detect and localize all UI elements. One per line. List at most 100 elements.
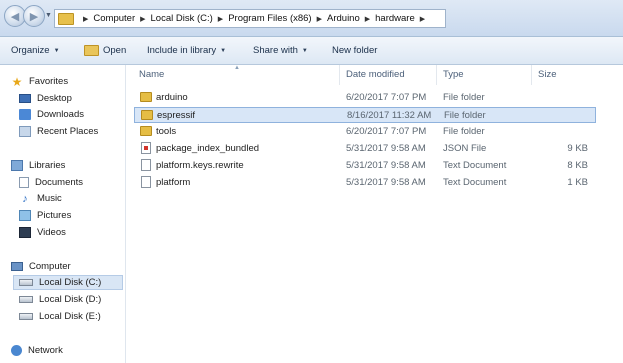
file-type: Text Document — [443, 177, 507, 188]
file-name: platform — [156, 177, 191, 188]
nav-local-disk-d-label: Local Disk (D:) — [39, 294, 102, 305]
pictures-icon — [19, 210, 31, 221]
hard-drive-icon — [19, 279, 33, 286]
include-in-library-button[interactable]: Include in library ▼ — [147, 45, 226, 56]
file-date: 6/20/2017 7:07 PM — [346, 92, 427, 103]
forward-arrow-icon: ▶ — [29, 10, 39, 23]
chevron-right-icon[interactable]: ▶ — [420, 15, 425, 23]
open-label: Open — [103, 45, 127, 56]
new-folder-button[interactable]: New folder — [332, 45, 377, 56]
file-date: 5/31/2017 9:58 AM — [346, 160, 426, 171]
nav-pictures-label: Pictures — [37, 210, 72, 221]
open-button[interactable]: Open — [84, 45, 126, 56]
nav-libraries-label: Libraries — [29, 160, 66, 171]
folder-icon — [141, 110, 153, 120]
nav-favorites-label: Favorites — [29, 76, 69, 87]
nav-computer-label: Computer — [29, 261, 71, 272]
computer-icon — [11, 262, 23, 271]
file-row[interactable]: platform 5/31/2017 9:58 AM Text Document… — [134, 175, 596, 191]
breadcrumb-local-disk-c[interactable]: Local Disk (C:) — [151, 13, 213, 24]
nav-music-label: Music — [37, 193, 62, 204]
nav-recent-places-label: Recent Places — [37, 126, 99, 137]
nav-computer[interactable]: Computer — [11, 259, 71, 274]
chevron-right-icon[interactable]: ▶ — [140, 15, 145, 23]
breadcrumb-computer[interactable]: Computer — [93, 13, 135, 24]
nav-local-disk-e[interactable]: Local Disk (E:) — [19, 309, 101, 324]
file-row[interactable]: espressif 8/16/2017 11:32 AM File folder — [134, 107, 596, 123]
chevron-down-icon: ▼ — [301, 47, 308, 54]
file-type: File folder — [444, 110, 486, 121]
share-with-label: Share with — [253, 45, 298, 56]
file-row[interactable]: platform.keys.rewrite 5/31/2017 9:58 AM … — [134, 158, 596, 174]
nav-desktop[interactable]: Desktop — [19, 91, 72, 106]
organize-button[interactable]: Organize ▼ — [11, 45, 60, 56]
nav-libraries[interactable]: Libraries — [11, 158, 65, 173]
file-name: espressif — [157, 110, 196, 121]
open-folder-icon — [84, 45, 99, 56]
chevron-down-icon: ▼ — [220, 47, 227, 54]
column-header-date-modified[interactable]: Date modified — [346, 69, 405, 80]
back-arrow-icon: ◀ — [10, 10, 20, 23]
file-type: File folder — [443, 92, 485, 103]
file-name: arduino — [156, 92, 188, 103]
nav-downloads-label: Downloads — [37, 109, 84, 120]
chevron-right-icon[interactable]: ▶ — [365, 15, 370, 23]
nav-local-disk-d[interactable]: Local Disk (D:) — [19, 292, 101, 307]
json-file-icon — [141, 142, 151, 154]
nav-videos[interactable]: Videos — [19, 225, 66, 240]
videos-icon — [19, 227, 31, 238]
breadcrumb-hardware[interactable]: hardware — [375, 13, 415, 24]
organize-label: Organize — [11, 45, 50, 56]
chevron-right-icon[interactable]: ▶ — [83, 15, 88, 23]
nav-desktop-label: Desktop — [37, 93, 72, 104]
file-row[interactable]: arduino 6/20/2017 7:07 PM File folder — [134, 90, 596, 106]
file-name: tools — [156, 126, 177, 137]
column-divider[interactable] — [531, 65, 532, 85]
breadcrumb-program-files[interactable]: Program Files (x86) — [228, 13, 311, 24]
file-row[interactable]: tools 6/20/2017 7:07 PM File folder — [134, 124, 596, 140]
folder-icon — [140, 92, 152, 102]
file-name: package_index_bundled — [156, 143, 260, 154]
breadcrumb-arduino[interactable]: Arduino — [327, 13, 360, 24]
sort-up-icon: ▲ — [234, 65, 240, 71]
file-row[interactable]: package_index_bundled 5/31/2017 9:58 AM … — [134, 141, 596, 157]
star-icon: ★ — [11, 74, 23, 89]
folder-icon — [140, 126, 152, 136]
hard-drive-icon — [19, 313, 33, 320]
chevron-right-icon[interactable]: ▶ — [218, 15, 223, 23]
nav-network[interactable]: Network — [11, 343, 63, 358]
column-divider[interactable] — [339, 65, 340, 85]
forward-button[interactable]: ▶ — [23, 5, 45, 27]
column-header-name[interactable]: Name — [139, 69, 164, 80]
folder-icon — [58, 12, 74, 25]
nav-music[interactable]: ♪ Music — [19, 191, 62, 206]
text-file-icon — [141, 159, 151, 171]
file-size: 8 KB — [567, 160, 588, 171]
music-icon: ♪ — [22, 192, 28, 205]
breadcrumb[interactable]: ▶ Computer ▶ Local Disk (C:) ▶ Program F… — [54, 9, 446, 28]
nav-pictures[interactable]: Pictures — [19, 208, 71, 223]
include-in-library-label: Include in library — [147, 45, 217, 56]
column-header-size[interactable]: Size — [538, 69, 556, 80]
file-type: JSON File — [443, 143, 487, 154]
text-file-icon — [141, 176, 151, 188]
column-header-type[interactable]: Type — [443, 69, 464, 80]
nav-documents[interactable]: Documents — [19, 175, 83, 190]
nav-favorites[interactable]: ★ Favorites — [11, 74, 68, 89]
recent-places-icon — [19, 126, 31, 137]
file-type: File folder — [443, 126, 485, 137]
column-divider[interactable] — [436, 65, 437, 85]
file-size: 1 KB — [567, 177, 588, 188]
nav-local-disk-c[interactable]: Local Disk (C:) — [13, 275, 123, 290]
nav-recent-places[interactable]: Recent Places — [19, 124, 98, 139]
address-bar: ◀ ▶ ▼ ▶ Computer ▶ Local Disk (C:) ▶ Pro… — [0, 0, 623, 37]
nav-documents-label: Documents — [35, 177, 84, 188]
nav-downloads[interactable]: Downloads — [19, 107, 84, 122]
file-date: 5/31/2017 9:58 AM — [346, 143, 426, 154]
chevron-right-icon[interactable]: ▶ — [317, 15, 322, 23]
recent-pages-dropdown-icon[interactable]: ▼ — [45, 12, 52, 19]
share-with-button[interactable]: Share with ▼ — [253, 45, 308, 56]
command-bar: Organize ▼ Open Include in library ▼ Sha… — [0, 37, 623, 65]
navigation-pane: ★ Favorites Desktop Downloads Recent Pla… — [0, 65, 126, 363]
chevron-down-icon: ▼ — [53, 47, 60, 54]
